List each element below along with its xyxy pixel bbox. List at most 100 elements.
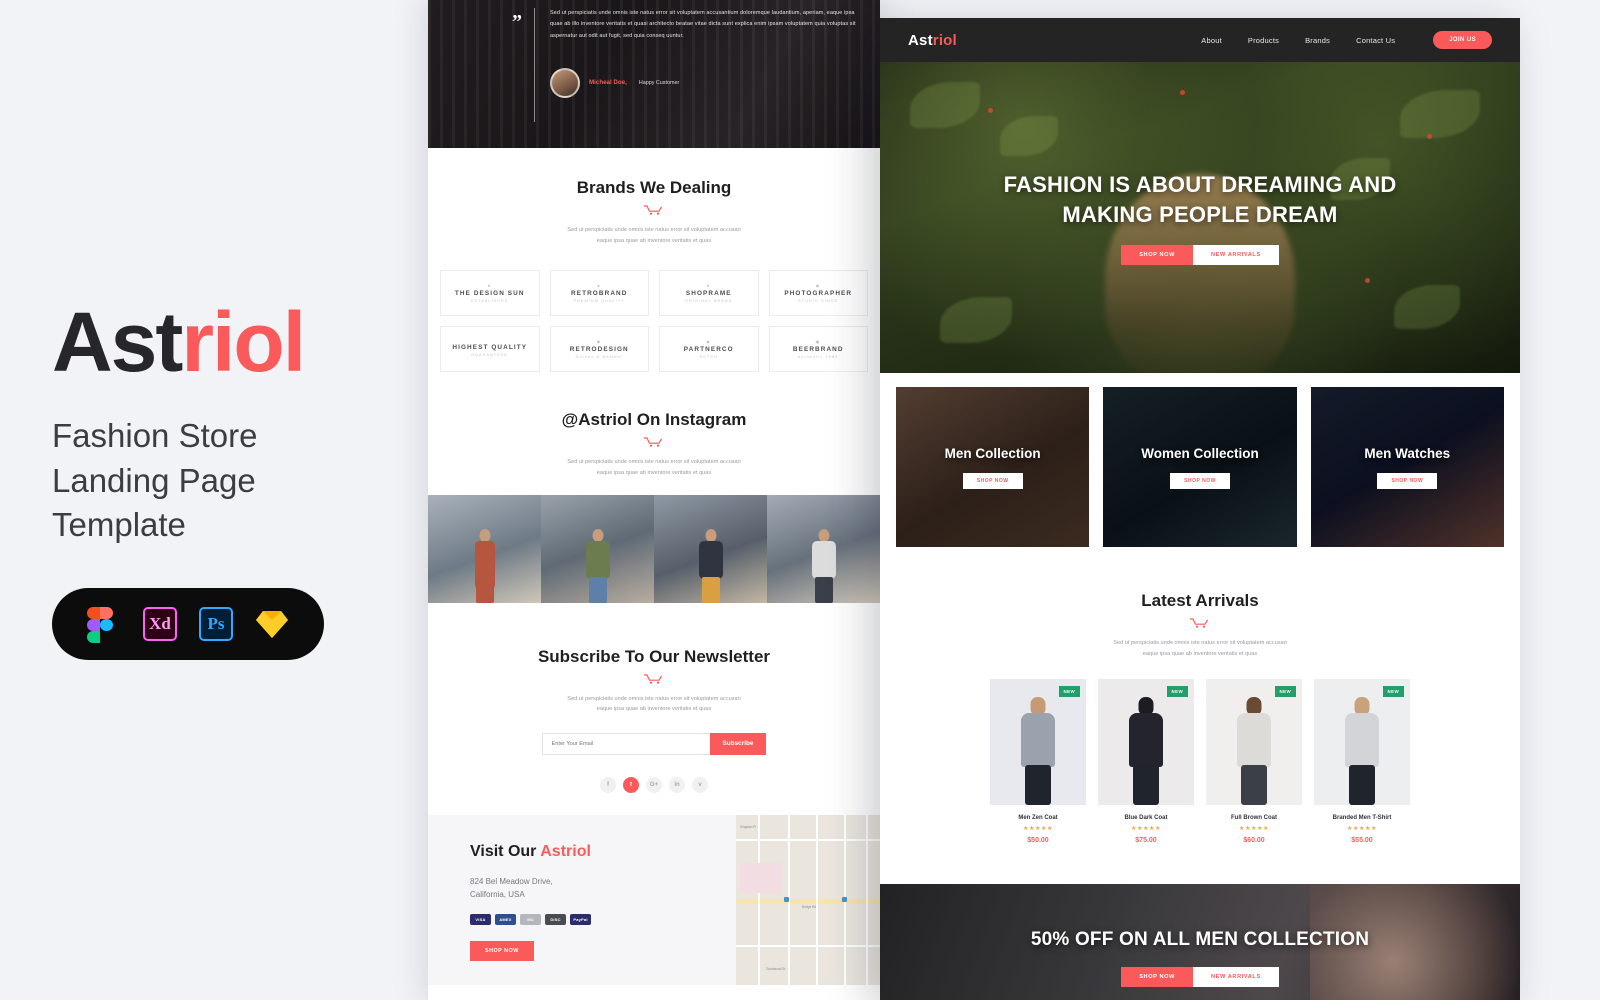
email-input[interactable] [541,732,710,755]
collection-card-men[interactable]: Men Collection SHOP NOW [896,387,1090,547]
nav-item-brands[interactable]: Brands [1305,36,1330,45]
brand-logo-grid: ★ THE DESIGN SUN ESTABLISHED ★ RETROBRAN… [428,246,880,402]
brand-logo-main: HIGHEST QUALITY [452,343,528,351]
product-card[interactable]: NEW Blue Dark Coat ★★★★★ $75.00 [1098,679,1194,844]
testimonial-divider [534,8,535,122]
cart-divider-icon [1190,618,1209,628]
collection-shop-now-button[interactable]: SHOP NOW [962,472,1023,489]
nav-item-products[interactable]: Products [1248,36,1279,45]
newsletter-subtitle: Sed ut perspiciatis unde omnis iste natu… [524,694,784,715]
product-image: NEW [1206,679,1302,806]
promo-brand-accent: riol [181,295,306,389]
brand-logo[interactable]: ★ RETROBRAND PREMIUM QUALITY [549,270,649,317]
twitter-icon[interactable]: t [623,776,639,793]
cart-divider-icon [644,437,663,447]
product-name: Blue Dark Coat [1124,815,1168,822]
avatar [550,67,580,98]
testimonial-author-row: Micheal Doe, Happy Customer [550,67,866,98]
product-rating: ★★★★★ [1023,826,1053,833]
brand-logo[interactable]: HIGHEST QUALITY GUARANTEED [440,326,540,373]
vimeo-icon[interactable]: v [692,776,708,793]
brand-logo[interactable]: ★ THE DESIGN SUN ESTABLISHED [440,270,540,317]
brand-logo-top: ★ [596,283,602,289]
brand-logo-top: ★ [706,283,712,289]
screenshot-stage: Astriol Fashion Store Landing Page Templat… [0,0,1600,1000]
brand-logo[interactable]: ◆ RETRODESIGN Golden & Member [549,326,649,373]
nav-links: About Products Brands Contact Us JOIN US [1201,31,1492,49]
newsletter-subtitle-line2: eaque ipsa quae ab inventore veritatis e… [596,706,712,713]
nav-item-contact-us[interactable]: Contact Us [1356,36,1395,45]
google-plus-icon[interactable]: G+ [646,776,662,793]
brand-logo-top: ◉ [815,283,821,289]
hero-new-arrivals-button[interactable]: NEW ARRIVALS [1193,244,1279,265]
product-price: $50.00 [1027,837,1049,845]
subscribe-button[interactable]: Subscribe [709,732,767,755]
product-image: NEW [1314,679,1410,806]
mastercard-icon: MC [520,913,541,925]
instagram-photo[interactable] [541,494,654,603]
product-rating: ★★★★★ [1347,826,1377,833]
brand-logo-bottom: authentic 1982 [798,355,839,360]
brands-subtitle-line1: Sed ut perspiciatis unde omnis iste natu… [567,227,741,233]
paypal-icon: PayPal [570,913,591,925]
hero-title-line2: MAKING PEOPLE DREAM [1062,201,1338,227]
site-logo[interactable]: Astriol [908,32,957,49]
brand-logo-bottom: RETRO [699,355,719,360]
quote-icon: ” [512,11,522,33]
brand-logo[interactable]: ★ SHOPRAME ORIGINAL BRAND [659,270,759,317]
join-us-button[interactable]: JOIN US [1433,31,1492,49]
visit-shop-now-button[interactable]: SHOP NOW [470,940,534,961]
offer-new-arrivals-button[interactable]: NEW ARRIVALS [1193,967,1279,988]
offer-shop-now-button[interactable]: SHOP NOW [1121,967,1193,988]
brand-logo-bottom: GUARANTEED [471,352,509,357]
brand-logo[interactable]: ◆ PARTNERCO RETRO [659,326,759,373]
brand-logo-main: PHOTOGRAPHER [784,290,853,298]
brand-logo-top: ▣ [815,339,822,345]
hero-section: FASHION IS ABOUT DREAMING AND MAKING PEO… [880,62,1520,373]
collection-shop-now-button[interactable]: SHOP NOW [1377,472,1438,489]
brand-logo-top: ◆ [596,339,602,345]
product-card[interactable]: NEW Full Brown Coat ★★★★★ $60.00 [1206,679,1302,844]
promo-brand-dark: Ast [52,295,183,389]
newsletter-subtitle-line1: Sed ut perspiciatis unde omnis iste natu… [567,695,741,702]
instagram-photo[interactable] [767,494,880,603]
adobe-xd-icon: Xd [143,606,177,641]
brand-logo-top: ★ [487,283,493,289]
product-card[interactable]: NEW Men Zen Coat ★★★★★ $50.00 [990,679,1086,844]
offer-buttons: SHOP NOW NEW ARRIVALS [1121,967,1279,988]
instagram-photo[interactable] [654,494,767,603]
testimonial-author-name: Micheal Doe, [589,79,627,87]
newsletter-form: Subscribe [428,732,880,755]
promo-subtitle: Fashion Store Landing Page Template [52,417,258,544]
logo-dark: Ast [908,31,933,49]
visit-address: 824 Bel Meadow Drive, California, USA [470,875,736,902]
collection-title: Men Collection [944,445,1041,461]
brand-logo[interactable]: ▣ BEERBRAND authentic 1982 [768,326,868,373]
linkedin-icon[interactable]: in [669,776,685,793]
brands-section: Brands We Dealing Sed ut perspiciatis un… [428,148,880,403]
nav-item-about[interactable]: About [1201,36,1222,45]
newsletter-title: Subscribe To Our Newsletter [537,646,771,666]
brand-logo-bottom: PREMIUM QUALITY [573,299,625,304]
hero-shop-now-button[interactable]: SHOP NOW [1121,244,1193,265]
cart-divider-icon [644,205,663,215]
collection-card-women[interactable]: Women Collection SHOP NOW [1103,387,1297,547]
brand-logo-main: PARTNERCO [683,346,734,354]
instagram-section: @Astriol On Instagram Sed ut perspiciati… [428,402,880,617]
product-price: $75.00 [1135,837,1157,845]
promo-brand-title: Astriol [52,300,412,384]
visit-title: Visit Our Astriol [470,843,736,861]
testimonial-quote: Sed ut perspiciatis unde omnis iste natu… [550,10,856,39]
product-card[interactable]: NEW Branded Men T-Shirt ★★★★★ $55.00 [1314,679,1410,844]
logo-accent: riol [932,31,957,49]
collection-shop-now-button[interactable]: SHOP NOW [1170,472,1230,489]
latest-arrivals-subtitle-line2: eaque ipsa quae ab inventore veritatis e… [1142,650,1258,657]
collection-card-watches[interactable]: Men Watches SHOP NOW [1310,387,1504,547]
product-rating: ★★★★★ [1131,826,1161,833]
facebook-icon[interactable]: f [600,776,616,793]
location-map[interactable]: Bridge Rd Kingston Pl Goodwood St [736,814,880,985]
instagram-photo[interactable] [428,494,541,603]
product-image: NEW [1098,679,1194,806]
brand-logo[interactable]: ◉ PHOTOGRAPHER STUDIO SINCE [768,270,868,317]
brands-title: Brands We Dealing [576,178,732,197]
